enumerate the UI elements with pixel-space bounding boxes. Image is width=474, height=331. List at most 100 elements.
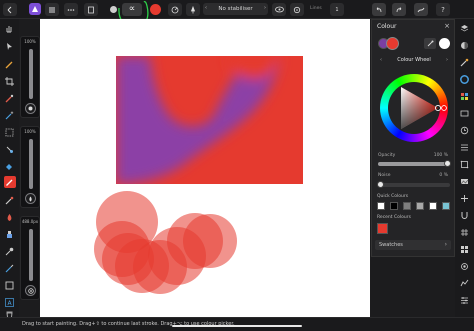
quick-colour-2[interactable] (390, 202, 398, 210)
transform-icon[interactable] (459, 159, 470, 170)
brush-size-knob[interactable] (25, 103, 36, 114)
marquee-icon[interactable] (4, 127, 15, 138)
paint-dabs (94, 191, 237, 294)
affinity-app: ∝ ‹ No stabiliser › Lines 1 ? A 100% 100… (0, 0, 474, 331)
swatches-panel-icon[interactable] (459, 91, 470, 102)
dodge-icon[interactable] (4, 246, 15, 257)
flow-target-icon[interactable] (25, 285, 36, 296)
assets-icon[interactable] (459, 244, 470, 255)
crop-icon[interactable] (4, 76, 15, 87)
quick-colour-1[interactable] (377, 202, 385, 210)
rope-icon[interactable] (290, 3, 304, 16)
pressure-icon[interactable] (106, 3, 120, 16)
hand-icon[interactable] (4, 23, 15, 34)
opacity-value: 100 % (433, 153, 448, 158)
brush-flow-slider[interactable]: 488.0px (20, 216, 40, 300)
info-icon[interactable] (459, 278, 470, 289)
brush-mode-icon[interactable] (168, 3, 182, 16)
clone-icon[interactable] (4, 229, 15, 240)
opacity-slider[interactable] (378, 160, 451, 167)
layers-icon[interactable] (459, 22, 470, 33)
quick-colour-3[interactable] (403, 202, 411, 210)
redo-icon[interactable] (392, 3, 406, 16)
colour-mode-dropdown[interactable]: ‹ Colour Wheel › (376, 55, 452, 64)
text-tool-icon[interactable]: A (4, 297, 15, 308)
constraints-icon[interactable] (459, 193, 470, 204)
colour-panel-title: Colour (377, 23, 397, 30)
brush-opacity-slider[interactable]: 100% (20, 126, 40, 208)
colour-swatch-button[interactable] (150, 4, 161, 15)
colour-mode-label: Colour Wheel (397, 56, 431, 63)
smudge-icon[interactable] (4, 263, 15, 274)
eye-icon[interactable] (272, 3, 286, 16)
colour-wheel[interactable] (380, 74, 448, 142)
pen-icon[interactable] (4, 59, 15, 70)
wet-edges-button[interactable]: ∝ (122, 3, 142, 16)
shape-icon[interactable] (4, 280, 15, 291)
quick-colour-5[interactable] (429, 202, 437, 210)
settings-icon[interactable] (459, 295, 470, 306)
pixel-brush-icon[interactable] (4, 195, 15, 206)
recent-colours-label: Recent Colours (377, 215, 411, 220)
transparent-colour-swatch[interactable] (439, 38, 450, 49)
wand-icon[interactable] (4, 110, 15, 121)
undo-icon[interactable] (372, 3, 386, 16)
help-icon[interactable]: ? (436, 3, 450, 16)
close-icon[interactable]: × (444, 22, 450, 30)
fill-icon[interactable] (4, 161, 15, 172)
lines-label: Lines (310, 6, 322, 11)
stock-icon[interactable] (459, 176, 470, 187)
status-bar: Drag to start painting. Drag+⇧ to contin… (0, 317, 474, 331)
brush-size-track[interactable] (29, 49, 33, 99)
menu-icon[interactable] (45, 3, 59, 16)
primary-colour-swatch[interactable] (386, 37, 399, 50)
paint-brush-tool-icon[interactable] (3, 176, 16, 188)
noise-slider[interactable] (377, 181, 450, 188)
opacity-knob[interactable] (444, 160, 451, 167)
selection-brush-icon[interactable] (4, 93, 15, 104)
quick-colour-6[interactable] (442, 202, 450, 210)
colour-panel-icon[interactable] (459, 74, 470, 85)
erase-brush-icon[interactable] (4, 212, 15, 223)
grid-icon[interactable] (459, 227, 470, 238)
recent-colour-1[interactable] (377, 223, 388, 234)
pin-icon[interactable] (186, 3, 200, 16)
snapping-icon[interactable] (459, 210, 470, 221)
move-icon[interactable] (4, 41, 15, 52)
channels-icon[interactable] (459, 142, 470, 153)
brush-size-value: 100% (24, 39, 36, 44)
svg-text:A: A (7, 300, 12, 307)
more-icon[interactable] (64, 3, 78, 16)
colour-panel: Colour × ‹ Colour Wheel › Opacity 100 % … (371, 19, 455, 257)
flood-select-icon[interactable] (4, 144, 15, 155)
adjustment-icon[interactable] (459, 40, 470, 51)
history-icon[interactable] (459, 125, 470, 136)
app-logo-icon[interactable] (29, 3, 41, 15)
brush-flow-value: 488.0px (21, 219, 39, 224)
opacity-label: Opacity (378, 153, 396, 158)
painted-rectangle (116, 56, 303, 184)
swatches-label: Swatches (379, 242, 403, 248)
opacity-drop-icon[interactable] (25, 193, 36, 204)
chevron-right-icon: › (264, 5, 266, 11)
colour-triangle[interactable] (380, 74, 448, 142)
quick-colour-4[interactable] (416, 202, 424, 210)
brush-flow-track[interactable] (29, 229, 33, 281)
canvas-artwork (94, 56, 303, 294)
brush-opacity-track[interactable] (29, 139, 33, 189)
brushes-panel-icon[interactable] (459, 57, 470, 68)
lines-value-field[interactable]: 1 (330, 3, 344, 16)
document-icon[interactable] (84, 3, 98, 16)
brush-stroke-icon[interactable] (414, 3, 428, 16)
noise-knob[interactable] (377, 181, 384, 188)
stabiliser-dropdown[interactable]: ‹ No stabiliser › (203, 3, 268, 15)
colour-picker-icon[interactable] (424, 38, 436, 49)
navigator-icon[interactable] (459, 108, 470, 119)
brush-size-slider[interactable]: 100% (20, 36, 40, 118)
back-icon[interactable] (3, 3, 17, 16)
chevron-left-icon: ‹ (380, 56, 382, 63)
styles-icon[interactable] (459, 261, 470, 272)
chevron-left-icon: ‹ (205, 5, 207, 11)
painting-canvas[interactable] (40, 19, 370, 317)
swatches-panel-tab[interactable]: Swatches › (375, 240, 451, 250)
